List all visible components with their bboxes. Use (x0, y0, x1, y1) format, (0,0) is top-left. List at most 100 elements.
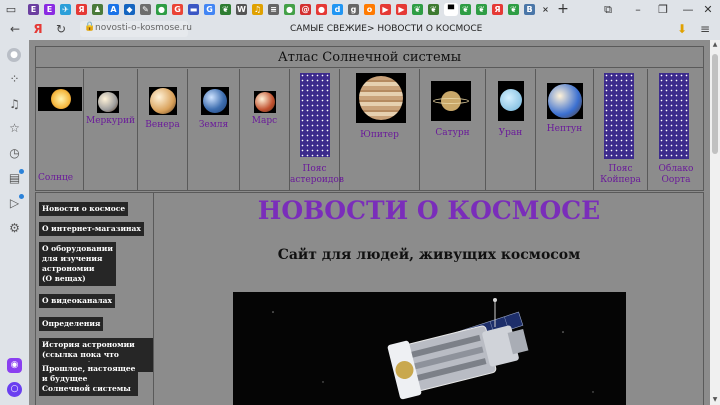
bookmark-icon[interactable]: ◆ (124, 4, 135, 15)
close-icon[interactable]: × (540, 4, 551, 15)
planet-image[interactable] (498, 81, 524, 121)
g-icon[interactable]: G (204, 4, 215, 15)
menu-button[interactable]: О оборудовании для изучения астрономии (… (39, 242, 116, 286)
youtube-icon[interactable]: ▶ (380, 4, 391, 15)
planet-label[interactable]: Марс (240, 116, 289, 127)
new-tab-button[interactable]: + (555, 2, 571, 17)
leaf-icon[interactable]: ❦ (220, 4, 231, 15)
planet-image[interactable] (659, 73, 689, 159)
scroll-thumb[interactable] (712, 54, 718, 154)
planet-cell[interactable]: Солнце (36, 69, 84, 190)
planet-label[interactable]: Пояс астероидов (290, 164, 344, 186)
apps-grid-icon[interactable]: ⁘ (7, 72, 22, 87)
url-field[interactable]: 🔒 novosti-o-kosmose.ru (80, 21, 192, 37)
star-icon[interactable]: ☆ (7, 121, 22, 136)
planet-cell[interactable]: Земля (188, 69, 240, 190)
planet-label[interactable]: Венера (138, 120, 187, 131)
w-icon[interactable]: W (236, 4, 247, 15)
bird-icon[interactable]: ♫ (252, 4, 263, 15)
planet-label[interactable]: Меркурий (84, 116, 137, 127)
menu-button[interactable]: Определения (39, 317, 104, 331)
planet-image[interactable] (300, 73, 330, 157)
mail-icon[interactable]: @ (300, 4, 311, 15)
planet-label[interactable]: Пояс Койпера (594, 164, 647, 186)
yandex-logo-icon[interactable]: Я (31, 22, 45, 36)
dzen-icon[interactable]: Е (44, 4, 55, 15)
dzen-icon[interactable]: Е (28, 4, 39, 15)
planet-cell[interactable]: Юпитер (340, 69, 420, 190)
planet-image[interactable] (547, 83, 583, 119)
green-dot-icon[interactable]: ● (284, 4, 295, 15)
ok-icon[interactable]: o (364, 4, 375, 15)
planet-cell[interactable]: Нептун (536, 69, 594, 190)
alice-app-icon[interactable]: ◉ (7, 358, 22, 373)
planet-cell[interactable]: Облако Оорта (648, 69, 704, 190)
planet-image[interactable] (38, 87, 82, 111)
pin-icon[interactable]: ● (316, 4, 327, 15)
translate-icon[interactable]: A (108, 4, 119, 15)
current-tab-icon[interactable]: ▀ (444, 3, 458, 16)
g-icon[interactable]: g (348, 4, 359, 15)
back-arrow-icon[interactable]: ← (8, 22, 22, 36)
planet-label[interactable]: Юпитер (340, 130, 419, 141)
planet-label[interactable]: Земля (188, 120, 239, 131)
planet-cell[interactable]: Пояс Койпера (594, 69, 648, 190)
planet-label[interactable]: Нептун (536, 124, 593, 135)
planet-label[interactable]: Сатурн (420, 128, 485, 139)
window-minimize-button[interactable]: — (680, 2, 696, 17)
planet-image[interactable] (149, 87, 177, 115)
leaf-icon[interactable]: ❦ (412, 4, 423, 15)
tab-group-icon[interactable]: ⧉ (600, 2, 616, 17)
leaf-icon[interactable]: ❦ (460, 4, 471, 15)
scroll-down-arrow-icon[interactable]: ▼ (710, 395, 720, 405)
planet-image[interactable] (201, 87, 229, 115)
scroll-up-arrow-icon[interactable]: ▲ (710, 40, 720, 50)
google-icon[interactable]: G (172, 4, 183, 15)
planet-label[interactable]: Облако Оорта (648, 164, 704, 186)
history-icon[interactable]: ◷ (7, 146, 22, 161)
telegram-icon[interactable]: ✈ (60, 4, 71, 15)
leaf-icon[interactable]: ❦ (428, 4, 439, 15)
planet-cell[interactable]: Уран (486, 69, 536, 190)
leaf-icon[interactable]: ❦ (508, 4, 519, 15)
d-icon[interactable]: d (332, 4, 343, 15)
settings-icon[interactable]: ⚙ (7, 221, 22, 236)
alice-assistant-icon[interactable]: ○ (7, 382, 22, 397)
menu-button[interactable]: О видеоканалах (39, 294, 115, 308)
vk-icon[interactable]: В (524, 4, 535, 15)
profile-avatar-icon[interactable]: ● (7, 48, 21, 62)
planet-image[interactable] (356, 73, 406, 123)
leaf-icon[interactable]: ❦ (476, 4, 487, 15)
planet-cell[interactable]: Венера (138, 69, 188, 190)
youtube-icon[interactable]: ▶ (396, 4, 407, 15)
planet-cell[interactable]: Марс (240, 69, 290, 190)
planet-cell[interactable]: Меркурий (84, 69, 138, 190)
green-circle-icon[interactable]: ● (156, 4, 167, 15)
flag-icon[interactable]: ▬ (188, 4, 199, 15)
window-close-button[interactable]: ✕ (700, 2, 716, 17)
planet-image[interactable] (431, 81, 471, 121)
restore-icon[interactable]: ❐ (655, 2, 671, 17)
reload-icon[interactable]: ↻ (54, 22, 68, 36)
page-scrollbar[interactable]: ▲ ▼ (710, 40, 720, 405)
download-icon[interactable]: ⬇ (675, 22, 689, 36)
menu-button[interactable]: О интернет-магазинах (39, 222, 144, 236)
menu-button[interactable]: Новости о космосе (39, 202, 129, 216)
yandex-icon[interactable]: Я (492, 4, 503, 15)
media-play-icon[interactable]: ▷ (7, 194, 24, 211)
downloads-panel-icon[interactable]: ▤ (7, 169, 24, 186)
planet-cell[interactable]: Сатурн (420, 69, 486, 190)
fan-icon[interactable]: ≡ (268, 4, 279, 15)
planet-image[interactable] (604, 73, 634, 159)
yandex-icon[interactable]: Я (76, 4, 87, 15)
feather-icon[interactable]: ✎ (140, 4, 151, 15)
planet-cell[interactable]: Пояс астероидов (290, 69, 344, 190)
planet-label[interactable]: Солнце (36, 173, 83, 184)
minimize-icon[interactable]: – (630, 2, 646, 17)
menu-icon[interactable]: ≡ (698, 22, 712, 36)
planet-label[interactable]: Уран (486, 128, 535, 139)
planet-image[interactable] (254, 91, 276, 113)
game-icon[interactable]: ♟ (92, 4, 103, 15)
menu-button[interactable]: Прошлое, настоящее и будущее Солнечной с… (39, 362, 139, 396)
sidebar-toggle-icon[interactable]: ▭ (3, 2, 19, 17)
